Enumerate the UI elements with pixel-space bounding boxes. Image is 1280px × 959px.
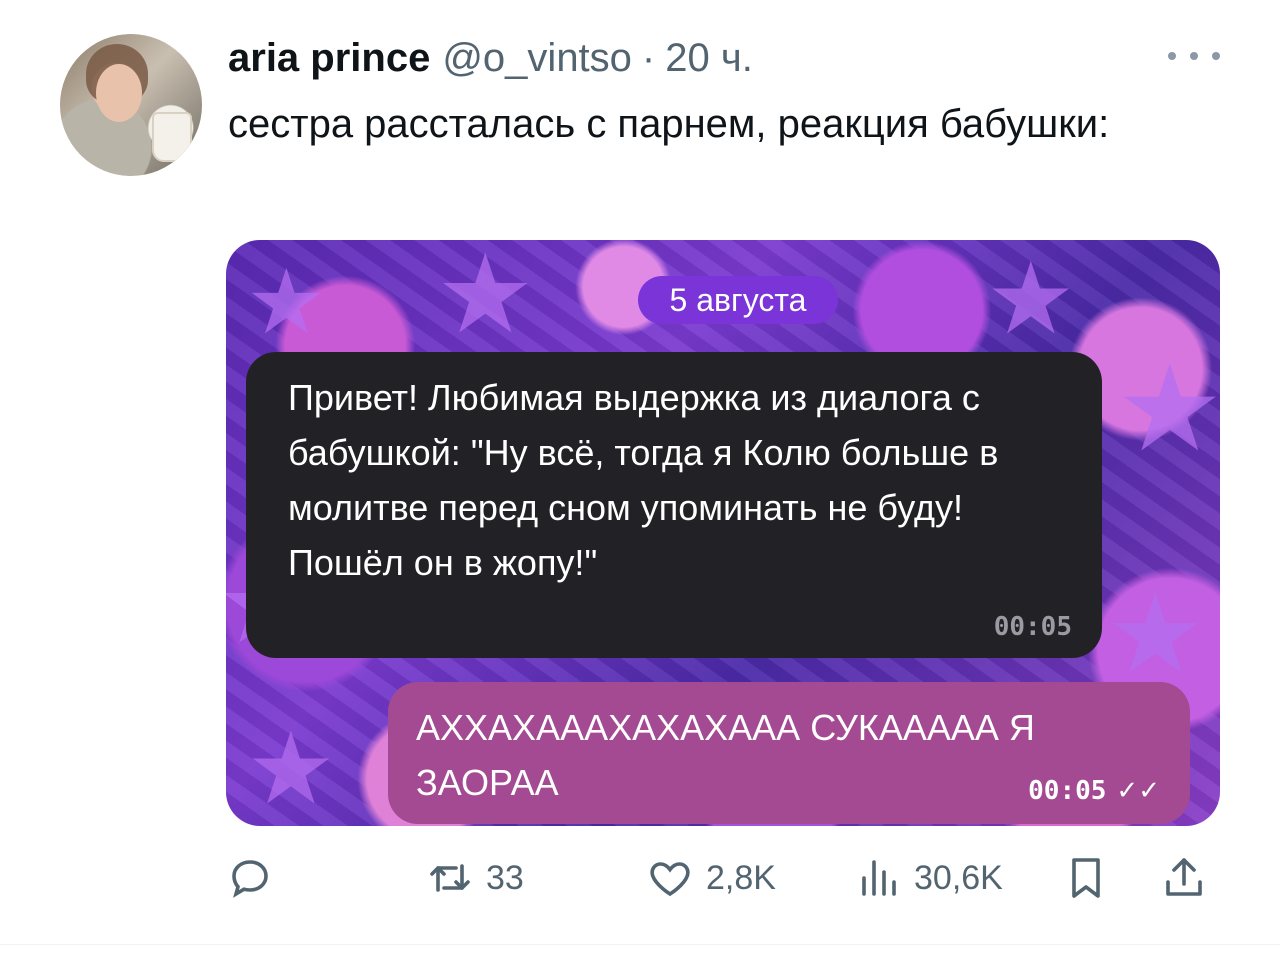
avatar-face <box>96 64 142 122</box>
like-button[interactable]: 2,8K <box>646 850 776 906</box>
share-icon <box>1166 858 1202 896</box>
outgoing-message-meta: 00:05 ✓✓ <box>1028 776 1160 806</box>
avatar-cup <box>152 112 192 162</box>
more-horizontal-icon[interactable] <box>1168 46 1220 66</box>
author-handle[interactable]: @o_vintso <box>442 36 632 81</box>
tweet-text: сестра рассталась с парнем, реакция бабу… <box>228 102 1110 146</box>
incoming-message-time: 00:05 <box>993 612 1072 642</box>
like-count: 2,8K <box>706 858 776 897</box>
tweet[interactable]: aria prince @o_vintso · 20 ч. сестра рас… <box>0 0 1280 959</box>
tweet-time[interactable]: 20 ч. <box>665 36 753 81</box>
views-button[interactable]: 30,6K <box>854 850 1003 906</box>
retweet-button[interactable]: 33 <box>426 850 524 906</box>
retweet-icon <box>430 864 470 892</box>
star-decoration: ★ <box>1116 340 1220 479</box>
reply-icon <box>232 860 268 898</box>
tweet-header: aria prince @o_vintso · 20 ч. <box>228 36 753 86</box>
date-pill: 5 августа <box>638 276 838 324</box>
views-icon <box>862 860 896 896</box>
divider <box>0 944 1280 945</box>
double-check-icon: ✓✓ <box>1116 776 1160 806</box>
bookmark-icon <box>1072 858 1100 898</box>
star-decoration: ★ <box>246 250 327 355</box>
tweet-media-image[interactable]: ★ ★ ★ ★ ★ ★ ★ 5 августа Привет! Любимая … <box>226 240 1220 826</box>
tweet-actions: 33 2,8K 30,6K <box>226 850 1220 906</box>
star-decoration: ★ <box>436 240 535 358</box>
views-count: 30,6K <box>914 858 1003 897</box>
author-name[interactable]: aria prince <box>228 36 430 81</box>
bookmark-button[interactable] <box>1062 850 1110 906</box>
header-separator: · <box>641 36 656 80</box>
incoming-message-text: Привет! Любимая выдержка из диалога с ба… <box>288 377 999 583</box>
star-decoration: ★ <box>986 240 1076 357</box>
reply-button[interactable] <box>226 850 274 906</box>
outgoing-message-bubble: АХХАХАААХАХАХААА СУКААААА Я ЗАОРАА 00:05… <box>388 682 1190 824</box>
share-button[interactable] <box>1160 850 1208 906</box>
outgoing-message-time: 00:05 <box>1028 776 1107 806</box>
star-decoration: ★ <box>1106 570 1205 698</box>
star-decoration: ★ <box>246 710 336 826</box>
retweet-count: 33 <box>486 858 524 897</box>
incoming-message-bubble: Привет! Любимая выдержка из диалога с ба… <box>246 352 1102 658</box>
avatar[interactable] <box>60 34 202 176</box>
heart-icon <box>650 862 690 897</box>
